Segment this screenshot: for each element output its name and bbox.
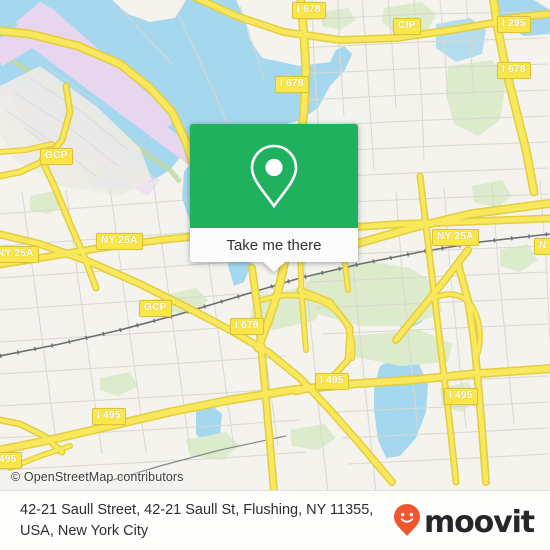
moovit-brand[interactable]: moovit: [392, 503, 535, 542]
shield-i295[interactable]: I 295: [497, 16, 531, 33]
shield-i495-west[interactable]: I 495: [92, 408, 126, 425]
map-pin-icon: [248, 143, 300, 209]
shield-i678-upper[interactable]: I 678: [275, 76, 309, 93]
map-canvas[interactable]: I 678 CIP I 295 I 678 GCP NY 25A NY 25A …: [0, 0, 550, 492]
shield-ny-edge[interactable]: N: [534, 238, 550, 255]
shield-i678-vanwyck[interactable]: I 678: [230, 318, 264, 335]
shield-ny25a-east[interactable]: NY 25A: [432, 229, 479, 246]
moovit-map-screenshot: I 678 CIP I 295 I 678 GCP NY 25A NY 25A …: [0, 0, 550, 550]
address-line-1: 42-21 Saull Street, 42-21 Saull St, Flus…: [20, 502, 327, 518]
popup-pin-panel: [190, 124, 358, 228]
shield-ny25a-center[interactable]: NY 25A: [96, 233, 143, 250]
shield-cip[interactable]: CIP: [393, 18, 421, 35]
shield-gcp-airport[interactable]: GCP: [40, 148, 73, 165]
popup-tail-pointer: [263, 262, 285, 272]
shield-i678-north[interactable]: I 678: [292, 2, 326, 19]
take-me-there-button[interactable]: Take me there: [190, 228, 358, 262]
take-me-there-label: Take me there: [226, 236, 322, 254]
shield-gcp-south[interactable]: GCP: [139, 300, 172, 317]
address-text: 42-21 Saull Street, 42-21 Saull St, Flus…: [20, 500, 380, 542]
shield-i495-east[interactable]: I 495: [444, 388, 478, 405]
shield-i495-center[interactable]: I 495: [315, 373, 349, 390]
osm-attribution[interactable]: © OpenStreetMap contributors: [11, 470, 184, 484]
moovit-smiley-pin-icon: [392, 503, 422, 542]
moovit-wordmark: moovit: [423, 504, 535, 540]
shield-i678-east[interactable]: I 678: [497, 62, 531, 79]
shield-ny25a-west[interactable]: NY 25A: [0, 246, 39, 263]
footer-bar: 42-21 Saull Street, 42-21 Saull St, Flus…: [0, 490, 550, 550]
shield-495-edge[interactable]: 495: [0, 452, 22, 469]
location-popup-card[interactable]: Take me there: [190, 124, 358, 272]
